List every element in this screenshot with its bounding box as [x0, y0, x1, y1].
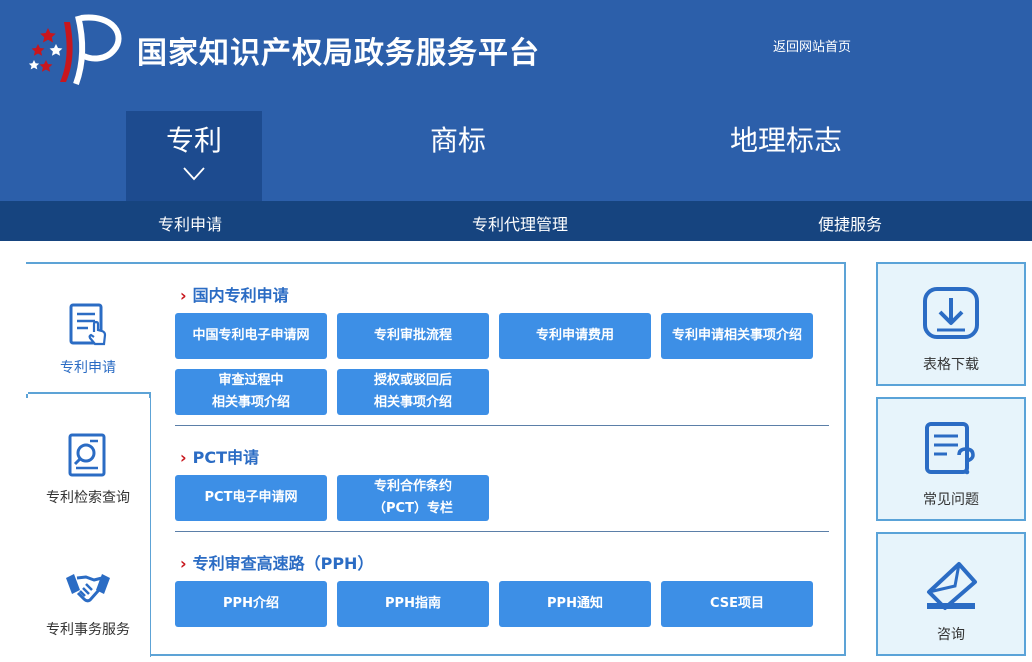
envelope-icon: [921, 556, 981, 614]
search-document-icon: [64, 432, 112, 480]
btn-pph-introduction[interactable]: PPH介绍: [175, 581, 327, 627]
chevron-right-icon: ›: [180, 448, 187, 467]
tab-geographical-indication[interactable]: 地理标志: [700, 111, 872, 201]
sub-nav-patent-agency[interactable]: 专利代理管理: [472, 211, 568, 235]
tab-trademark-label: 商标: [429, 124, 486, 157]
btn-examination-matters[interactable]: 审查过程中 相关事项介绍: [175, 369, 327, 415]
main-nav: 专利 商标 地理标志: [0, 111, 1032, 201]
section-divider: [175, 531, 829, 532]
side-tab-patent-application-label: 专利申请: [60, 360, 116, 376]
handshake-icon: [64, 564, 112, 612]
btn-china-patent-e-application[interactable]: 中国专利电子申请网: [175, 313, 327, 359]
faq-icon: [921, 421, 981, 479]
chevron-down-icon: [183, 167, 205, 181]
side-tab-patent-application[interactable]: 专利申请: [26, 264, 150, 394]
btn-post-grant-matters[interactable]: 授权或驳回后 相关事项介绍: [337, 369, 489, 415]
tab-patent-label: 专利: [165, 124, 222, 157]
btn-patent-approval-process[interactable]: 专利审批流程: [337, 313, 489, 359]
service-panel: 专利申请 专利检索查询 专利事务服务 › 国内专利申请 中国专利电子申请网 专利…: [26, 262, 846, 658]
section-title-pph: › 专利审查高速路（PPH）: [180, 550, 373, 574]
card-faq-label: 常见问题: [923, 492, 979, 508]
btn-cse-project[interactable]: CSE项目: [661, 581, 813, 627]
card-form-download[interactable]: 表格下载: [876, 262, 1026, 386]
btn-pct-e-application[interactable]: PCT电子申请网: [175, 475, 327, 521]
btn-patent-application-matters[interactable]: 专利申请相关事项介绍: [661, 313, 813, 359]
chevron-right-icon: ›: [180, 554, 187, 573]
sub-nav-patent-application[interactable]: 专利申请: [158, 211, 222, 235]
side-tab-patent-affairs-label: 专利事务服务: [46, 622, 130, 638]
side-tab-patent-search-label: 专利检索查询: [46, 490, 130, 506]
btn-pct-column[interactable]: 专利合作条约 （PCT）专栏: [337, 475, 489, 521]
cnipa-logo-icon[interactable]: [26, 10, 126, 86]
card-consult[interactable]: 咨询: [876, 532, 1026, 656]
card-form-download-label: 表格下载: [923, 357, 979, 373]
document-edit-icon: [64, 302, 112, 350]
btn-patent-application-fees[interactable]: 专利申请费用: [499, 313, 651, 359]
home-link[interactable]: 返回网站首页: [773, 36, 851, 55]
tab-geographical-indication-label: 地理标志: [729, 124, 842, 157]
section-title-domestic: › 国内专利申请: [180, 282, 289, 306]
section-title-pph-text: 专利审查高速路（PPH）: [192, 554, 374, 573]
download-icon: [921, 286, 981, 344]
tab-trademark[interactable]: 商标: [390, 111, 526, 201]
section-divider: [175, 425, 829, 426]
btn-pph-notice[interactable]: PPH通知: [499, 581, 651, 627]
side-tab-patent-search[interactable]: 专利检索查询: [26, 398, 150, 528]
section-title-domestic-text: 国内专利申请: [192, 286, 289, 305]
site-title: 国家知识产权局政务服务平台: [137, 36, 540, 71]
card-faq[interactable]: 常见问题: [876, 397, 1026, 521]
card-consult-label: 咨询: [937, 627, 965, 643]
tab-patent[interactable]: 专利: [126, 111, 262, 201]
btn-pph-guide[interactable]: PPH指南: [337, 581, 489, 627]
chevron-right-icon: ›: [180, 286, 187, 305]
sub-nav-quick-services[interactable]: 便捷服务: [818, 211, 882, 235]
tab-divider: [28, 392, 150, 394]
site-header: 国家知识产权局政务服务平台 返回网站首页 专利 商标 地理标志 专利申请 专利代…: [0, 0, 1032, 241]
side-tab-patent-affairs[interactable]: 专利事务服务: [26, 528, 150, 658]
sub-nav: 专利申请 专利代理管理 便捷服务: [0, 201, 1032, 241]
section-title-pct: › PCT申请: [180, 444, 259, 468]
section-title-pct-text: PCT申请: [192, 448, 259, 467]
